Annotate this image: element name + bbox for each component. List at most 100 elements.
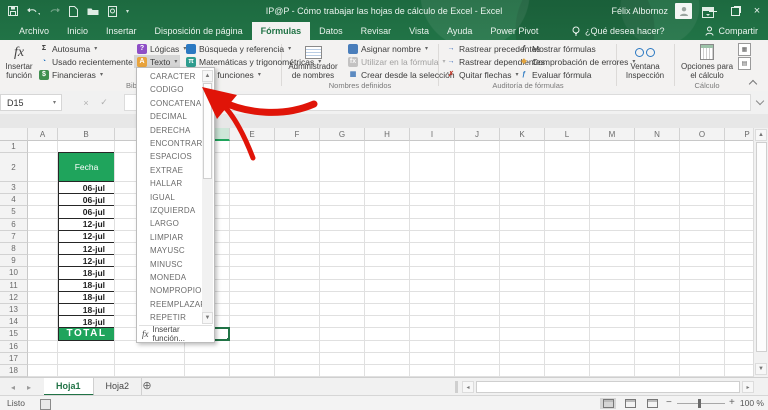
- row-header-13[interactable]: 13: [0, 304, 28, 317]
- zoom-slider-track[interactable]: [677, 403, 725, 404]
- tab-vista[interactable]: Vista: [400, 22, 438, 40]
- close-button[interactable]: ×: [746, 0, 768, 22]
- row-header-8[interactable]: 8: [0, 243, 28, 256]
- column-header-f[interactable]: F: [275, 128, 320, 141]
- financieras-button[interactable]: $ Financieras ▾: [36, 68, 106, 81]
- tab-formulas[interactable]: Fórmulas: [251, 22, 311, 40]
- utilizar-en-la-formula-button[interactable]: fx Utilizar en la fórmula ▾: [345, 55, 449, 68]
- cell-B7[interactable]: 12-jul: [58, 229, 115, 243]
- tab-revisar[interactable]: Revisar: [352, 22, 401, 40]
- column-header-l[interactable]: L: [545, 128, 590, 141]
- tab-datos[interactable]: Datos: [310, 22, 352, 40]
- cell-B5[interactable]: 06-jul: [58, 205, 115, 219]
- tab-inicio[interactable]: Inicio: [58, 22, 97, 40]
- column-header-k[interactable]: K: [500, 128, 545, 141]
- column-header-n[interactable]: N: [635, 128, 680, 141]
- cell-B9[interactable]: 12-jul: [58, 254, 115, 268]
- vertical-scroll-thumb[interactable]: [756, 142, 767, 352]
- crear-desde-la-seleccion-button[interactable]: ▦ Crear desde la selección: [345, 68, 458, 81]
- column-header-m[interactable]: M: [590, 128, 635, 141]
- zoom-in-icon[interactable]: +: [729, 397, 735, 408]
- row-header-7[interactable]: 7: [0, 230, 28, 243]
- tab-power-pivot[interactable]: Power Pivot: [481, 22, 547, 40]
- user-name[interactable]: Félix Albornoz: [611, 0, 668, 22]
- menu-item-hallar[interactable]: HALLAR: [137, 177, 212, 190]
- row-header-10[interactable]: 10: [0, 267, 28, 280]
- mostrar-formulas-button[interactable]: ƒ Mostrar fórmulas: [516, 42, 599, 55]
- menu-item-decimal[interactable]: DECIMAL: [137, 110, 212, 123]
- sheet-nav-left-icon[interactable]: ◂: [6, 378, 20, 396]
- sheet-nav-right-icon[interactable]: ▸: [22, 378, 36, 396]
- column-header-o[interactable]: O: [680, 128, 725, 141]
- busqueda-y-referencia-button[interactable]: Búsqueda y referencia ▾: [183, 42, 294, 55]
- row-header-2[interactable]: 2: [0, 153, 28, 182]
- menu-scrollbar[interactable]: ▲ ▼: [202, 70, 213, 324]
- comprobacion-de-errores-button[interactable]: ◆ Comprobación de errores ▾: [516, 55, 638, 68]
- insert-function-button[interactable]: fx Insertar función: [2, 42, 36, 90]
- row-header-12[interactable]: 12: [0, 291, 28, 304]
- minimize-button[interactable]: [702, 0, 724, 22]
- scroll-up-icon[interactable]: ▲: [755, 129, 767, 141]
- asignar-nombre-button[interactable]: Asignar nombre ▾: [345, 42, 431, 55]
- autosuma-button[interactable]: Σ Autosuma ▾: [36, 42, 100, 55]
- share-button[interactable]: Compartir: [705, 22, 758, 40]
- horizontal-scroll-thumb[interactable]: [476, 381, 740, 393]
- menu-scroll-up-icon[interactable]: ▲: [202, 70, 213, 82]
- vertical-scrollbar[interactable]: ▲ ▼: [753, 128, 768, 377]
- new-sheet-button[interactable]: ⊕: [140, 380, 154, 394]
- menu-item-limpiar[interactable]: LIMPIAR: [137, 231, 212, 244]
- calculate-sheet-icon[interactable]: ▤: [738, 57, 751, 70]
- menu-scroll-down-icon[interactable]: ▼: [202, 312, 213, 324]
- tab-ayuda[interactable]: Ayuda: [438, 22, 481, 40]
- menu-item-extrae[interactable]: EXTRAE: [137, 164, 212, 177]
- row-header-18[interactable]: 18: [0, 365, 28, 377]
- tab-insertar[interactable]: Insertar: [97, 22, 146, 40]
- menu-item-concatenar[interactable]: CONCATENAR: [137, 97, 212, 110]
- select-all-corner[interactable]: [0, 128, 28, 141]
- worksheet-grid[interactable]: ABCDEFGHIJKLMNOP12Fecha306-jul406-jul506…: [0, 128, 753, 377]
- tab-archivo[interactable]: Archivo: [10, 22, 58, 40]
- cell-B11[interactable]: 18-jul: [58, 278, 115, 292]
- row-header-9[interactable]: 9: [0, 255, 28, 268]
- horizontal-splitter[interactable]: [455, 381, 458, 393]
- menu-item-minusc[interactable]: MINUSC: [137, 258, 212, 271]
- menu-item-nompropio[interactable]: NOMPROPIO: [137, 284, 212, 297]
- usado-recientemente-button[interactable]: ◔Usado recientemente▾: [36, 55, 143, 68]
- menu-item-mayusc[interactable]: MAYUSC: [137, 244, 212, 257]
- menu-item-largo[interactable]: LARGO: [137, 217, 212, 230]
- row-header-11[interactable]: 11: [0, 279, 28, 292]
- cell-B12[interactable]: 18-jul: [58, 290, 115, 304]
- column-header-i[interactable]: I: [410, 128, 455, 141]
- sheet-tab-hoja1[interactable]: Hoja1: [44, 378, 94, 396]
- cell-B10[interactable]: 18-jul: [58, 266, 115, 280]
- menu-item-derecha[interactable]: DERECHA: [137, 124, 212, 137]
- normal-view-icon[interactable]: [600, 398, 616, 409]
- quitar-flechas-button[interactable]: ✗ Quitar flechas ▾: [443, 68, 521, 81]
- user-avatar[interactable]: [675, 3, 692, 19]
- cell-B15[interactable]: TOTAL: [58, 327, 115, 341]
- column-header-h[interactable]: H: [365, 128, 410, 141]
- cell-B6[interactable]: 12-jul: [58, 217, 115, 231]
- row-header-4[interactable]: 4: [0, 194, 28, 207]
- macro-record-icon[interactable]: [40, 399, 51, 410]
- tell-me-search[interactable]: ¿Qué desea hacer?: [572, 22, 665, 40]
- page-layout-view-icon[interactable]: [622, 398, 638, 409]
- restore-button[interactable]: [724, 0, 746, 22]
- row-header-3[interactable]: 3: [0, 182, 28, 195]
- row-header-1[interactable]: 1: [0, 141, 28, 153]
- evaluar-formula-button[interactable]: ƒ Evaluar fórmula: [516, 68, 595, 81]
- column-header-a[interactable]: A: [28, 128, 58, 141]
- row-header-6[interactable]: 6: [0, 218, 28, 231]
- column-header-e[interactable]: E: [230, 128, 275, 141]
- name-box[interactable]: D15 ▾: [0, 94, 62, 111]
- column-header-g[interactable]: G: [320, 128, 365, 141]
- zoom-level[interactable]: 100 %: [740, 396, 764, 410]
- menu-item-izquierda[interactable]: IZQUIERDA: [137, 204, 212, 217]
- column-header-j[interactable]: J: [455, 128, 500, 141]
- row-header-17[interactable]: 17: [0, 352, 28, 365]
- name-box-caret-icon[interactable]: ▾: [53, 95, 56, 112]
- cell-B4[interactable]: 06-jul: [58, 193, 115, 207]
- insert-function-menu-item[interactable]: fx Insertar función...: [137, 325, 214, 343]
- menu-scroll-thumb[interactable]: [203, 83, 212, 179]
- cell-B2[interactable]: Fecha: [58, 152, 115, 182]
